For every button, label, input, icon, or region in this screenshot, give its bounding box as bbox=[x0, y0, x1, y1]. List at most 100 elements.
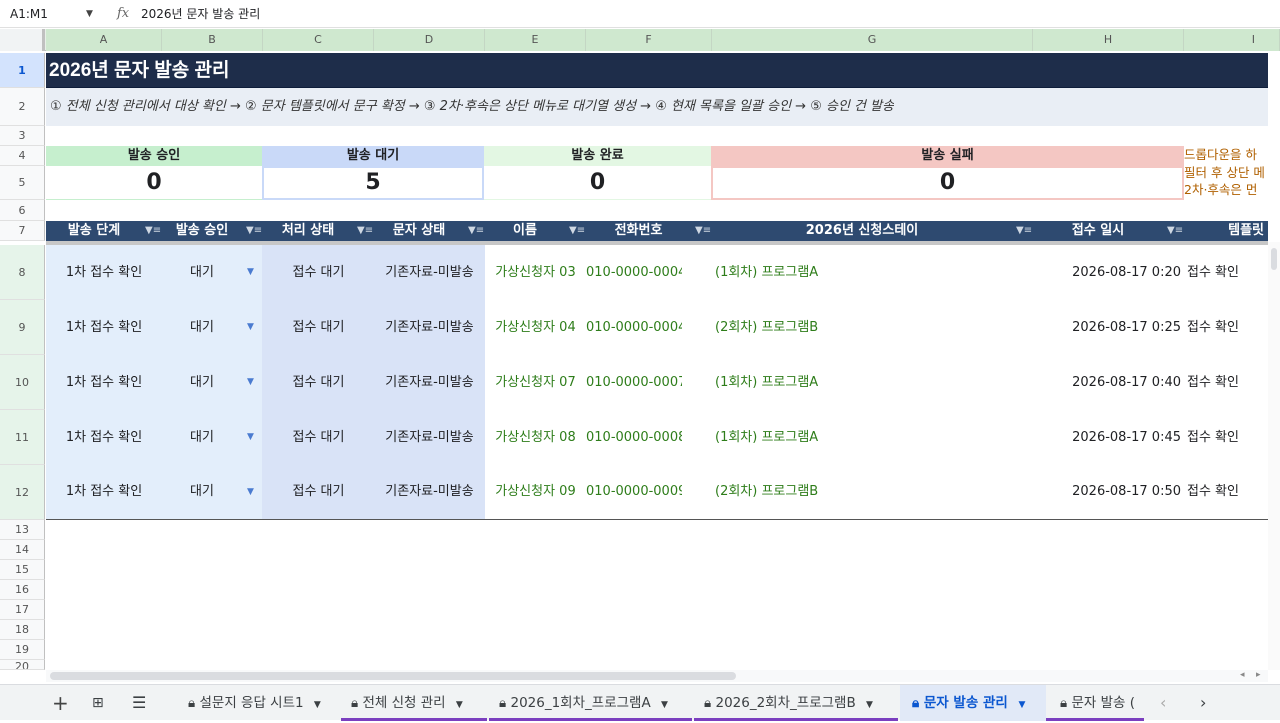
cell-process[interactable]: 접수 대기 bbox=[263, 245, 374, 300]
filter-icon[interactable]: ▼≡ bbox=[1167, 221, 1183, 241]
column-header-h[interactable]: H bbox=[1033, 29, 1184, 51]
filter-icon[interactable]: ▼≡ bbox=[246, 221, 262, 241]
row-header[interactable]: 14 bbox=[0, 540, 45, 560]
dropdown-caret-icon[interactable]: ▼ bbox=[247, 245, 254, 300]
cell-phone[interactable]: 010-0000-0008 bbox=[586, 410, 682, 465]
filter-icon[interactable]: ▼≡ bbox=[145, 221, 161, 241]
dropdown-caret-icon[interactable]: ▼ bbox=[247, 300, 254, 355]
dropdown-caret-icon[interactable]: ▼ bbox=[247, 465, 254, 519]
filter-icon[interactable]: ▼≡ bbox=[1016, 221, 1032, 241]
sheet-tab[interactable]: 🔒︎ 전체 신청 관리 ▼ bbox=[341, 685, 487, 721]
summary-value-pending[interactable]: 5 bbox=[262, 166, 484, 200]
cell-received[interactable]: 2026-08-17 0:20 bbox=[1033, 245, 1181, 300]
horizontal-scroll-thumb[interactable] bbox=[50, 672, 736, 680]
summary-value-sent[interactable]: 0 bbox=[484, 166, 711, 200]
chevron-right-icon[interactable]: › bbox=[1200, 685, 1206, 721]
row-header[interactable]: 18 bbox=[0, 620, 45, 640]
row-header[interactable]: 20 bbox=[0, 660, 45, 670]
summary-label-pending[interactable]: 발송 대기 bbox=[262, 146, 484, 166]
cell-template[interactable]: 접수 확인 bbox=[1187, 465, 1268, 519]
table-row[interactable]: 1차 접수 확인 대기 ▼ 접수 대기 기존자료-미발송 가상신청자 08 01… bbox=[0, 410, 1268, 465]
table-header-sms-status[interactable]: 문자 상태 bbox=[374, 221, 464, 241]
sheet-title[interactable]: 2026년 문자 발송 관리 bbox=[49, 53, 229, 88]
sheet-tab[interactable]: 🔒︎ 2026_2회차_프로그램B ▼ bbox=[694, 685, 898, 721]
column-header-e[interactable]: E bbox=[485, 29, 586, 51]
cell-phone[interactable]: 010-0000-0004 bbox=[586, 300, 682, 355]
table-row[interactable]: 1차 접수 확인 대기 ▼ 접수 대기 기존자료-미발송 가상신청자 04 01… bbox=[0, 300, 1268, 355]
table-row[interactable]: 1차 접수 확인 대기 ▼ 접수 대기 기존자료-미발송 가상신청자 03 01… bbox=[0, 245, 1268, 300]
cell-template[interactable]: 접수 확인 bbox=[1187, 300, 1268, 355]
chevron-left-icon[interactable]: ‹ bbox=[1160, 685, 1166, 721]
summary-value-failed[interactable]: 0 bbox=[711, 166, 1184, 200]
cell-process[interactable]: 접수 대기 bbox=[263, 465, 374, 519]
sheet-tab-active[interactable]: 🔒︎ 문자 발송 관리 ▼ bbox=[900, 685, 1046, 721]
column-header-c[interactable]: C bbox=[263, 29, 374, 51]
summary-label-approved[interactable]: 발송 승인 bbox=[46, 146, 262, 166]
cell-approval[interactable]: 대기 bbox=[162, 410, 242, 465]
cell-template[interactable]: 접수 확인 bbox=[1187, 245, 1268, 300]
cell-sms-status[interactable]: 기존자료-미발송 bbox=[374, 410, 485, 465]
filter-icon[interactable]: ▼≡ bbox=[468, 221, 484, 241]
cell-stay[interactable]: (1회차) 프로그램A bbox=[715, 410, 1015, 465]
filter-icon[interactable]: ▼≡ bbox=[569, 221, 585, 241]
cell-name[interactable]: 가상신청자 04 bbox=[485, 300, 586, 355]
cell-received[interactable]: 2026-08-17 0:45 bbox=[1033, 410, 1181, 465]
row-header[interactable]: 15 bbox=[0, 560, 45, 580]
row-header[interactable]: 16 bbox=[0, 580, 45, 600]
row-header[interactable]: 13 bbox=[0, 520, 45, 540]
cell-sms-status[interactable]: 기존자료-미발송 bbox=[374, 355, 485, 410]
sheet-tab[interactable]: 🔒︎ 2026_1회차_프로그램A ▼ bbox=[489, 685, 692, 721]
cell-stage[interactable]: 1차 접수 확인 bbox=[46, 465, 162, 519]
cell-approval[interactable]: 대기 bbox=[162, 355, 242, 410]
table-header-stage[interactable]: 발송 단계 bbox=[46, 221, 142, 241]
table-header-phone[interactable]: 전화번호 bbox=[586, 221, 691, 241]
table-row[interactable]: 1차 접수 확인 대기 ▼ 접수 대기 기존자료-미발송 가상신청자 07 01… bbox=[0, 355, 1268, 410]
cell-name[interactable]: 가상신청자 08 bbox=[485, 410, 586, 465]
dropdown-caret-icon[interactable]: ▼ bbox=[247, 410, 254, 465]
cell-sms-status[interactable]: 기존자료-미발송 bbox=[374, 465, 485, 519]
cell-name[interactable]: 가상신청자 07 bbox=[485, 355, 586, 410]
cell-template[interactable]: 접수 확인 bbox=[1187, 355, 1268, 410]
chevron-down-icon[interactable]: ▼ bbox=[1019, 700, 1026, 710]
sheet-list-icon[interactable]: ☰ bbox=[132, 685, 146, 721]
filter-icon[interactable]: ▼≡ bbox=[357, 221, 373, 241]
column-header-i[interactable]: I bbox=[1184, 29, 1280, 51]
column-header-d[interactable]: D bbox=[374, 29, 485, 51]
column-header-a[interactable]: A bbox=[46, 29, 162, 51]
cell-name[interactable]: 가상신청자 03 bbox=[485, 245, 586, 300]
table-row[interactable]: 1차 접수 확인 대기 ▼ 접수 대기 기존자료-미발송 가상신청자 09 01… bbox=[0, 465, 1268, 519]
table-header-approval[interactable]: 발송 승인 bbox=[162, 221, 242, 241]
summary-label-failed[interactable]: 발송 실패 bbox=[711, 146, 1184, 166]
add-sheet-icon[interactable]: + bbox=[52, 685, 69, 721]
chevron-down-icon[interactable]: ▼ bbox=[661, 700, 668, 710]
table-header-stay[interactable]: 2026년 신청스테이 bbox=[712, 221, 1012, 241]
cell-approval[interactable]: 대기 bbox=[162, 465, 242, 519]
cell-process[interactable]: 접수 대기 bbox=[263, 410, 374, 465]
chevron-down-icon[interactable]: ▼ bbox=[314, 700, 321, 710]
vertical-scrollbar[interactable] bbox=[1268, 242, 1280, 670]
row-header[interactable]: 17 bbox=[0, 600, 45, 620]
cell-sms-status[interactable]: 기존자료-미발송 bbox=[374, 245, 485, 300]
cell-stage[interactable]: 1차 접수 확인 bbox=[46, 300, 162, 355]
help-note[interactable]: 드롭다운을 하 필터 후 상단 메 2차·후속은 먼 bbox=[1184, 146, 1268, 200]
cell-stage[interactable]: 1차 접수 확인 bbox=[46, 245, 162, 300]
table-header-name[interactable]: 이름 bbox=[485, 221, 565, 241]
cell-stage[interactable]: 1차 접수 확인 bbox=[46, 355, 162, 410]
cell-received[interactable]: 2026-08-17 0:50 bbox=[1033, 465, 1181, 519]
sheet-tab[interactable]: 🔒︎ 문자 발송 ( bbox=[1048, 685, 1144, 721]
filter-icon[interactable]: ▼≡ bbox=[695, 221, 711, 241]
cell-stay[interactable]: (2회차) 프로그램B bbox=[715, 465, 1015, 519]
dropdown-caret-icon[interactable]: ▼ bbox=[247, 355, 254, 410]
cell-phone[interactable]: 010-0000-0004 bbox=[586, 245, 682, 300]
all-sheets-icon[interactable]: ⊞ bbox=[92, 685, 104, 721]
chevron-down-icon[interactable]: ▼ bbox=[86, 4, 93, 24]
cell-phone[interactable]: 010-0000-0007 bbox=[586, 355, 682, 410]
cell-phone[interactable]: 010-0000-0009 bbox=[586, 465, 682, 519]
table-header-received[interactable]: 접수 일시 bbox=[1033, 221, 1163, 241]
summary-label-sent[interactable]: 발송 완료 bbox=[484, 146, 711, 166]
cell-approval[interactable]: 대기 bbox=[162, 245, 242, 300]
column-header-f[interactable]: F bbox=[586, 29, 712, 51]
instructions-text[interactable]: ① 전체 신청 관리에서 대상 확인 → ② 문자 템플릿에서 문구 확정 → … bbox=[50, 88, 894, 126]
cell-name[interactable]: 가상신청자 09 bbox=[485, 465, 586, 519]
cell-template[interactable]: 접수 확인 bbox=[1187, 410, 1268, 465]
